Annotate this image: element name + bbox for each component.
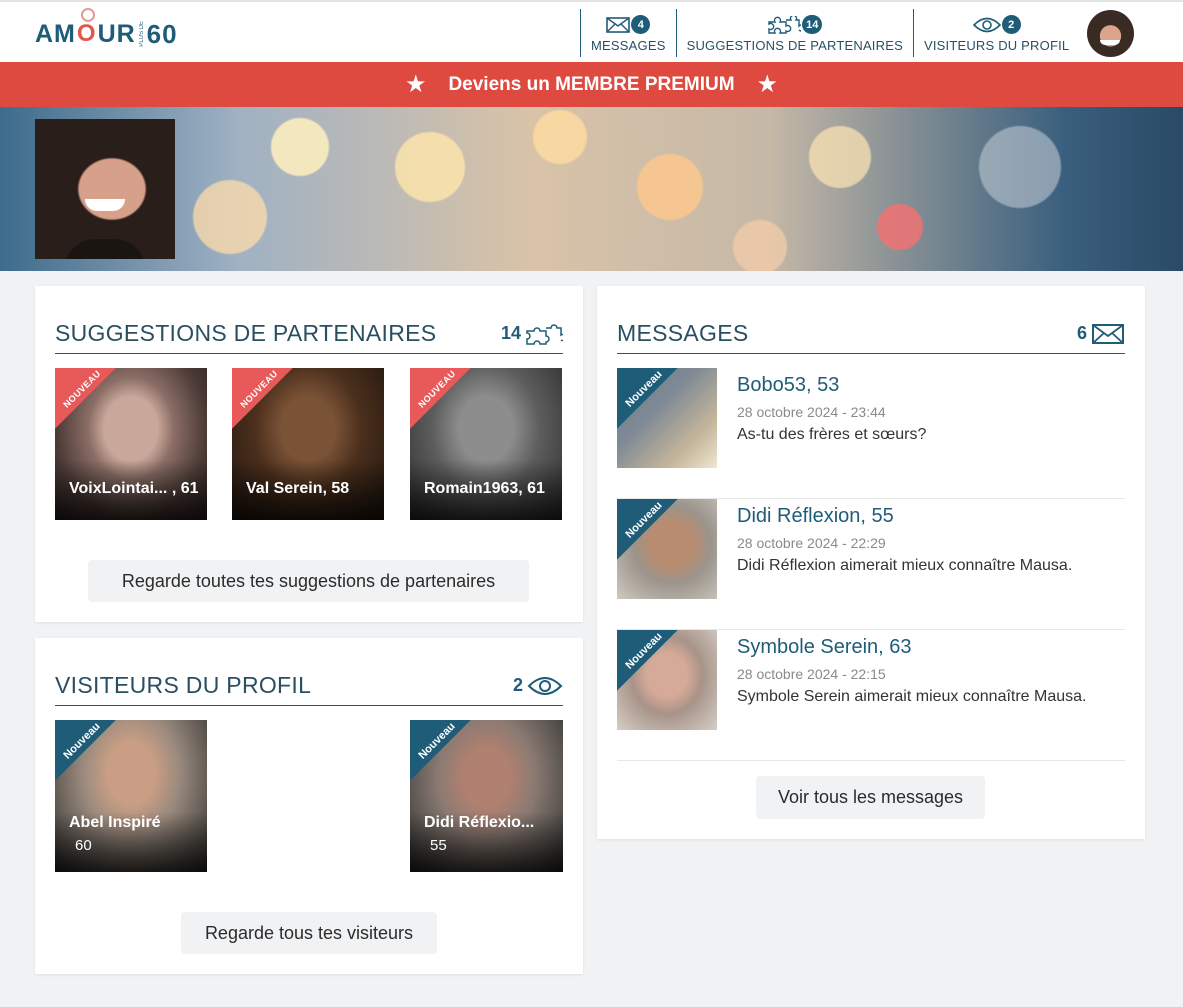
nav-visitors[interactable]: 2 VISITEURS DU PROFIL [912,9,1079,57]
suggestions-count[interactable]: 14 [501,323,563,345]
eye-icon [972,17,1001,32]
top-header: AM O UR PLUS DE 60 4 MESSAGES 14 SUGGESTIONS… [0,0,1183,62]
suggestions-card-header: SUGGESTIONS DE PARTENAIRES 14 [55,314,563,354]
suggestions-title: SUGGESTIONS DE PARTENAIRES [55,320,437,346]
premium-label: Deviens un MEMBRE PREMIUM [448,73,735,95]
puzzle-icon [768,15,802,34]
visitors-card-header: VISITEURS DU PROFIL 2 [55,666,563,706]
view-all-messages-button[interactable]: Voir tous les messages [756,776,985,819]
visitors-title: VISITEURS DU PROFIL [55,672,312,698]
nav-messages[interactable]: 4 MESSAGES [580,9,676,57]
puzzle-icon [526,323,563,345]
premium-banner[interactable]: ★ Deviens un MEMBRE PREMIUM ★ [0,62,1183,107]
eye-icon [527,676,563,695]
logo-text: AM [35,19,76,48]
suggestion-card[interactable]: Nouveau Romain1963, 61 [410,368,562,520]
visitor-card[interactable]: Nouveau Didi Réflexio... 55 [410,720,563,872]
message-sender[interactable]: Symbole Serein, 63 [737,636,912,659]
logo-text: UR [97,19,136,48]
visitor-name: Abel Inspiré [69,814,161,831]
message-preview: Symbole Serein aimerait mieux connaître … [737,688,1087,705]
visitor-name: Didi Réflexio... [424,814,535,831]
messages-title: MESSAGES [617,320,749,346]
site-logo[interactable]: AM O UR PLUS DE 60 [35,8,178,52]
nav-suggestions-label: SUGGESTIONS DE PARTENAIRES [686,37,903,53]
message-item[interactable]: Nouveau Symbole Serein, 63 28 octobre 20… [617,630,1125,761]
main-nav: 4 MESSAGES 14 SUGGESTIONS DE PARTENAIRES… [580,9,1079,57]
star-icon: ★ [756,70,779,98]
profile-cover-image [0,107,1183,271]
logo-tagline: PLUS DE [138,21,145,47]
visitors-count[interactable]: 2 [513,675,563,697]
message-sender[interactable]: Didi Réflexion, 55 [737,505,894,528]
suggestions-count-value: 14 [500,323,521,343]
profile-photo[interactable] [35,119,175,259]
visitors-card: VISITEURS DU PROFIL 2 Nouveau Abel Inspi… [35,638,583,974]
envelope-icon [606,16,631,33]
suggestions-count-badge: 14 [802,15,823,34]
message-avatar[interactable]: Nouveau [617,368,717,468]
message-preview: As-tu des frères et sœurs? [737,426,927,443]
message-avatar[interactable]: Nouveau [617,499,717,599]
message-item[interactable]: Nouveau Didi Réflexion, 55 28 octobre 20… [617,499,1125,630]
messages-count-badge: 4 [631,15,651,34]
nav-messages-label: MESSAGES [591,37,666,53]
visitor-card[interactable]: Nouveau Abel Inspiré 60 [55,720,207,872]
messages-count-value: 6 [1076,323,1087,343]
view-all-visitors-button[interactable]: Regarde tous tes visiteurs [181,912,437,954]
envelope-icon [1092,323,1124,344]
logo-heart: O [76,8,97,47]
message-item[interactable]: Nouveau Bobo53, 53 28 octobre 2024 - 23:… [617,368,1125,499]
suggestion-card[interactable]: Nouveau Val Serein, 58 [232,368,384,520]
suggestions-card: SUGGESTIONS DE PARTENAIRES 14 Nouveau Vo… [35,286,583,622]
suggestion-name: Val Serein, 58 [246,480,350,497]
suggestion-name: VoixLointai... , 61 [69,480,199,497]
user-avatar[interactable] [1087,10,1134,57]
visitors-count-value: 2 [512,675,523,695]
message-sender[interactable]: Bobo53, 53 [737,374,839,397]
message-date: 28 octobre 2024 - 22:15 [737,666,886,682]
suggestion-card[interactable]: Nouveau VoixLointai... , 61 [55,368,207,520]
nav-suggestions[interactable]: 14 SUGGESTIONS DE PARTENAIRES [675,9,913,57]
message-avatar[interactable]: Nouveau [617,630,717,730]
visitor-age: 60 [75,837,92,854]
messages-count[interactable]: 6 [1077,323,1125,345]
messages-card: MESSAGES 6 Nouveau Bobo53, 53 28 octobre… [597,286,1145,839]
visitors-count-badge: 2 [1001,15,1021,34]
message-date: 28 octobre 2024 - 23:44 [737,404,886,420]
nav-visitors-label: VISITEURS DU PROFIL [923,37,1070,53]
message-date: 28 octobre 2024 - 22:29 [737,535,886,551]
visitor-age: 55 [430,837,447,854]
messages-card-header: MESSAGES 6 [617,314,1125,354]
message-preview: Didi Réflexion aimerait mieux connaître … [737,557,1073,574]
star-icon: ★ [404,70,427,98]
suggestion-name: Romain1963, 61 [424,480,545,497]
view-all-suggestions-button[interactable]: Regarde toutes tes suggestions de parten… [88,560,529,602]
logo-number: 60 [146,18,178,49]
